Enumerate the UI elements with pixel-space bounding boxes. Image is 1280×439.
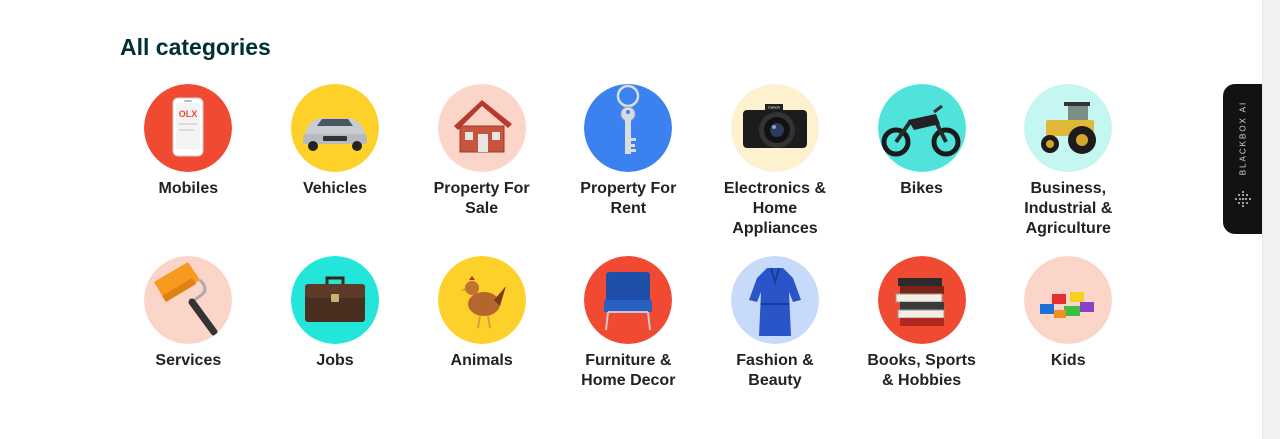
house-icon (437, 84, 526, 172)
categories-grid: OLX Mobiles Vehicles Property For Sale P… (115, 84, 1142, 428)
category-label: Services (155, 352, 222, 369)
category-label: Electronics & Home Appliances (723, 180, 827, 237)
category-animals[interactable]: Animals (408, 256, 555, 428)
svg-text:Canon: Canon (768, 105, 780, 110)
page-title: All categories (120, 34, 271, 60)
blackbox-ai-widget[interactable]: BLACKBOX AI (1223, 84, 1263, 234)
category-mobiles[interactable]: OLX Mobiles (115, 84, 262, 256)
camera-icon: Canon (730, 84, 819, 172)
category-property-for-rent[interactable]: Property For Rent (555, 84, 702, 256)
tractor-icon (1024, 84, 1113, 172)
category-label: Fashion & Beauty (736, 352, 814, 389)
category-label: Animals (450, 352, 513, 369)
category-electronics-home-appliances[interactable]: Canon Electronics & Home Appliances (702, 84, 849, 256)
category-label: Property For Sale (433, 180, 530, 217)
category-label: Jobs (316, 352, 354, 369)
armchair-icon (584, 256, 673, 344)
category-business-industrial-agriculture[interactable]: Business, Industrial & Agriculture (995, 84, 1142, 256)
key-icon (584, 84, 673, 172)
category-bikes[interactable]: Bikes (848, 84, 995, 256)
briefcase-icon (290, 256, 379, 344)
category-fashion-beauty[interactable]: Fashion & Beauty (702, 256, 849, 428)
category-services[interactable]: Services (115, 256, 262, 428)
blackbox-ai-label: BLACKBOX AI (1238, 100, 1248, 176)
category-jobs[interactable]: Jobs (262, 256, 409, 428)
category-label: Furniture & Home Decor (581, 352, 676, 389)
category-property-for-sale[interactable]: Property For Sale (408, 84, 555, 256)
car-icon (290, 84, 379, 172)
svg-text:OLX: OLX (179, 109, 198, 119)
motorbike-icon (877, 84, 966, 172)
category-books-sports-hobbies[interactable]: Books, Sports & Hobbies (848, 256, 995, 428)
category-label: Mobiles (158, 180, 219, 197)
dress-icon (730, 256, 819, 344)
books-icon (877, 256, 966, 344)
category-label: Vehicles (302, 180, 367, 197)
category-label: Property For Rent (580, 180, 677, 217)
category-label: Bikes (900, 180, 943, 197)
category-label: Business, Industrial & Agriculture (1024, 180, 1113, 237)
paint-roller-icon (144, 256, 233, 344)
category-label: Books, Sports & Hobbies (867, 352, 976, 389)
toy-blocks-icon (1024, 256, 1113, 344)
vertical-scrollbar[interactable] (1262, 0, 1280, 439)
chicken-icon (437, 256, 526, 344)
mobile-phone-icon: OLX (144, 84, 233, 172)
category-label: Kids (1050, 352, 1086, 369)
category-furniture-home-decor[interactable]: Furniture & Home Decor (555, 256, 702, 428)
category-vehicles[interactable]: Vehicles (262, 84, 409, 256)
category-kids[interactable]: Kids (995, 256, 1142, 428)
blackbox-logo-icon (1235, 191, 1251, 207)
